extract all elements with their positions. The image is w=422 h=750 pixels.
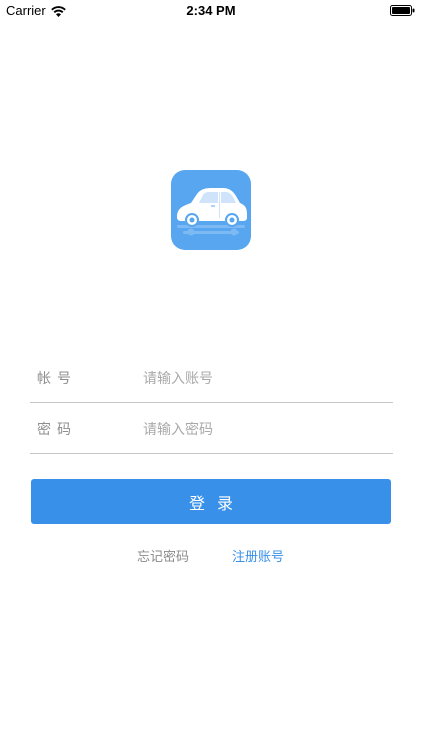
account-input[interactable] bbox=[143, 366, 383, 392]
password-input[interactable] bbox=[143, 417, 383, 443]
battery-icon bbox=[390, 5, 415, 16]
register-account-link[interactable]: 注册账号 bbox=[232, 550, 284, 566]
forgot-password-link[interactable]: 忘记密码 bbox=[137, 550, 189, 566]
car-icon bbox=[177, 188, 247, 236]
login-button[interactable]: 登录 bbox=[31, 479, 391, 524]
account-field-row: 帐号 bbox=[30, 352, 393, 403]
status-bar: Carrier 2:34 PM bbox=[0, 0, 422, 22]
status-time: 2:34 PM bbox=[186, 3, 236, 18]
password-label: 密码 bbox=[37, 422, 77, 438]
password-field-row: 密码 bbox=[30, 403, 393, 454]
account-label: 帐号 bbox=[37, 371, 77, 387]
app-logo bbox=[171, 170, 251, 250]
